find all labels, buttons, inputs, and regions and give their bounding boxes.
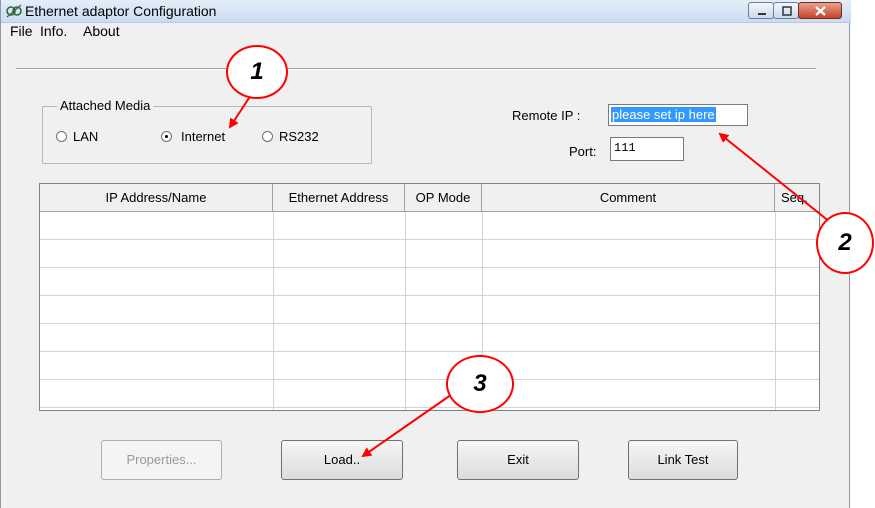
annotation-arrows: [228, 94, 831, 458]
callout-3: 3: [446, 355, 514, 413]
arrow-3: [361, 389, 459, 458]
arrow-2: [718, 132, 831, 223]
arrow-1: [228, 94, 252, 129]
callout-2: 2: [816, 212, 874, 274]
callout-1: 1: [226, 45, 288, 99]
